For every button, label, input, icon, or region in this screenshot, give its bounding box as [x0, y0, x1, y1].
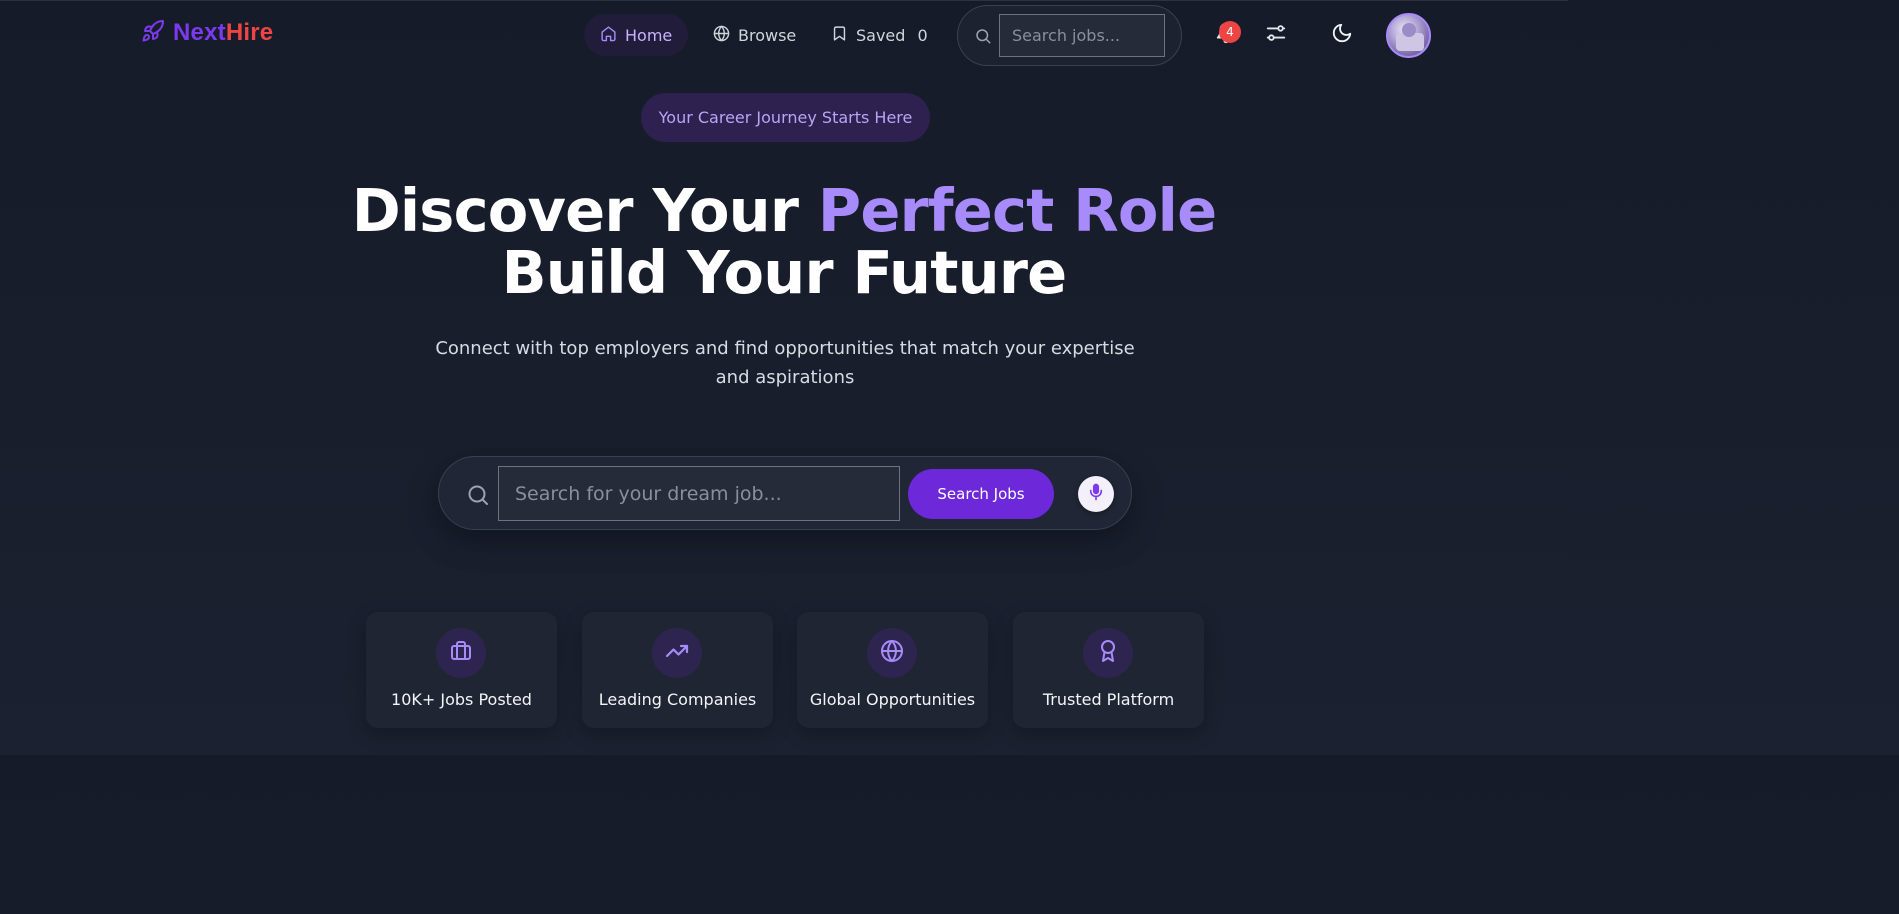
hero-title-accent: Perfect Role: [817, 176, 1217, 245]
globe-icon: [880, 639, 904, 667]
saved-count: 0: [917, 25, 928, 45]
feature-label: Leading Companies: [598, 690, 757, 709]
trending-up-icon: [665, 639, 689, 667]
user-avatar[interactable]: [1386, 13, 1431, 58]
feature-label: Global Opportunities: [809, 690, 976, 709]
avatar-image-shape: [1402, 23, 1416, 37]
tagline-pill: Your Career Journey Starts Here: [641, 93, 930, 142]
nav-saved-label: Saved: [856, 25, 906, 45]
hero-search-bar: Search Jobs: [438, 456, 1132, 530]
logo[interactable]: NextHire: [141, 19, 273, 47]
moon-icon: [1331, 22, 1353, 48]
hero-search-input[interactable]: [498, 466, 900, 521]
feature-card-trusted-platform: Trusted Platform: [1013, 612, 1204, 728]
feature-card-global-opportunities: Global Opportunities: [797, 612, 988, 728]
top-search-input[interactable]: [999, 14, 1165, 57]
feature-label: Trusted Platform: [1042, 690, 1175, 709]
feature-icon-circle: [652, 628, 702, 678]
logo-text-hire: Hire: [225, 19, 274, 46]
search-icon: [974, 27, 992, 45]
bookmark-icon: [831, 25, 848, 46]
hero-title-part1: Discover Your: [351, 176, 818, 245]
nav-home-link[interactable]: Home: [584, 14, 688, 56]
feature-card-leading-companies: Leading Companies: [582, 612, 773, 728]
feature-icon-circle: [436, 628, 486, 678]
voice-search-button[interactable]: [1078, 476, 1114, 512]
rocket-icon: [141, 19, 165, 47]
hero-subtitle: Connect with top employers and find oppo…: [435, 338, 1135, 388]
globe-icon: [713, 25, 730, 46]
feature-icon-circle: [1083, 628, 1133, 678]
home-icon: [600, 25, 617, 46]
hero-title-line1: Discover Your Perfect Role: [0, 176, 1568, 245]
top-navbar: NextHire Home Browse Saved 0 Search jobs…: [0, 0, 1568, 70]
nav-home-label: Home: [625, 25, 673, 45]
nav-saved-link[interactable]: Saved 0: [815, 14, 944, 56]
top-search-bar: [957, 5, 1182, 66]
preferences-button[interactable]: [1262, 21, 1290, 49]
feature-card-jobs-posted: 10K+ Jobs Posted: [366, 612, 557, 728]
nav-browse-link[interactable]: Browse: [697, 14, 812, 56]
theme-toggle-button[interactable]: [1328, 21, 1356, 49]
briefcase-icon: [449, 639, 473, 667]
logo-text-next: Next: [173, 19, 226, 46]
page: NextHire Home Browse Saved 0 Search jobs…: [0, 0, 1568, 755]
sliders-icon: [1265, 22, 1287, 48]
search-icon: [466, 483, 490, 507]
logo-text: NextHire: [173, 19, 273, 47]
hero-title-line2: Build Your Future: [501, 238, 1068, 307]
feature-label: 10K+ Jobs Posted: [391, 690, 532, 709]
award-icon: [1096, 639, 1120, 667]
nav-browse-label: Browse: [738, 25, 797, 45]
feature-icon-circle: [867, 628, 917, 678]
search-jobs-button[interactable]: Search Jobs: [908, 469, 1054, 519]
notification-badge: 4: [1219, 21, 1241, 43]
microphone-icon: [1087, 483, 1105, 505]
